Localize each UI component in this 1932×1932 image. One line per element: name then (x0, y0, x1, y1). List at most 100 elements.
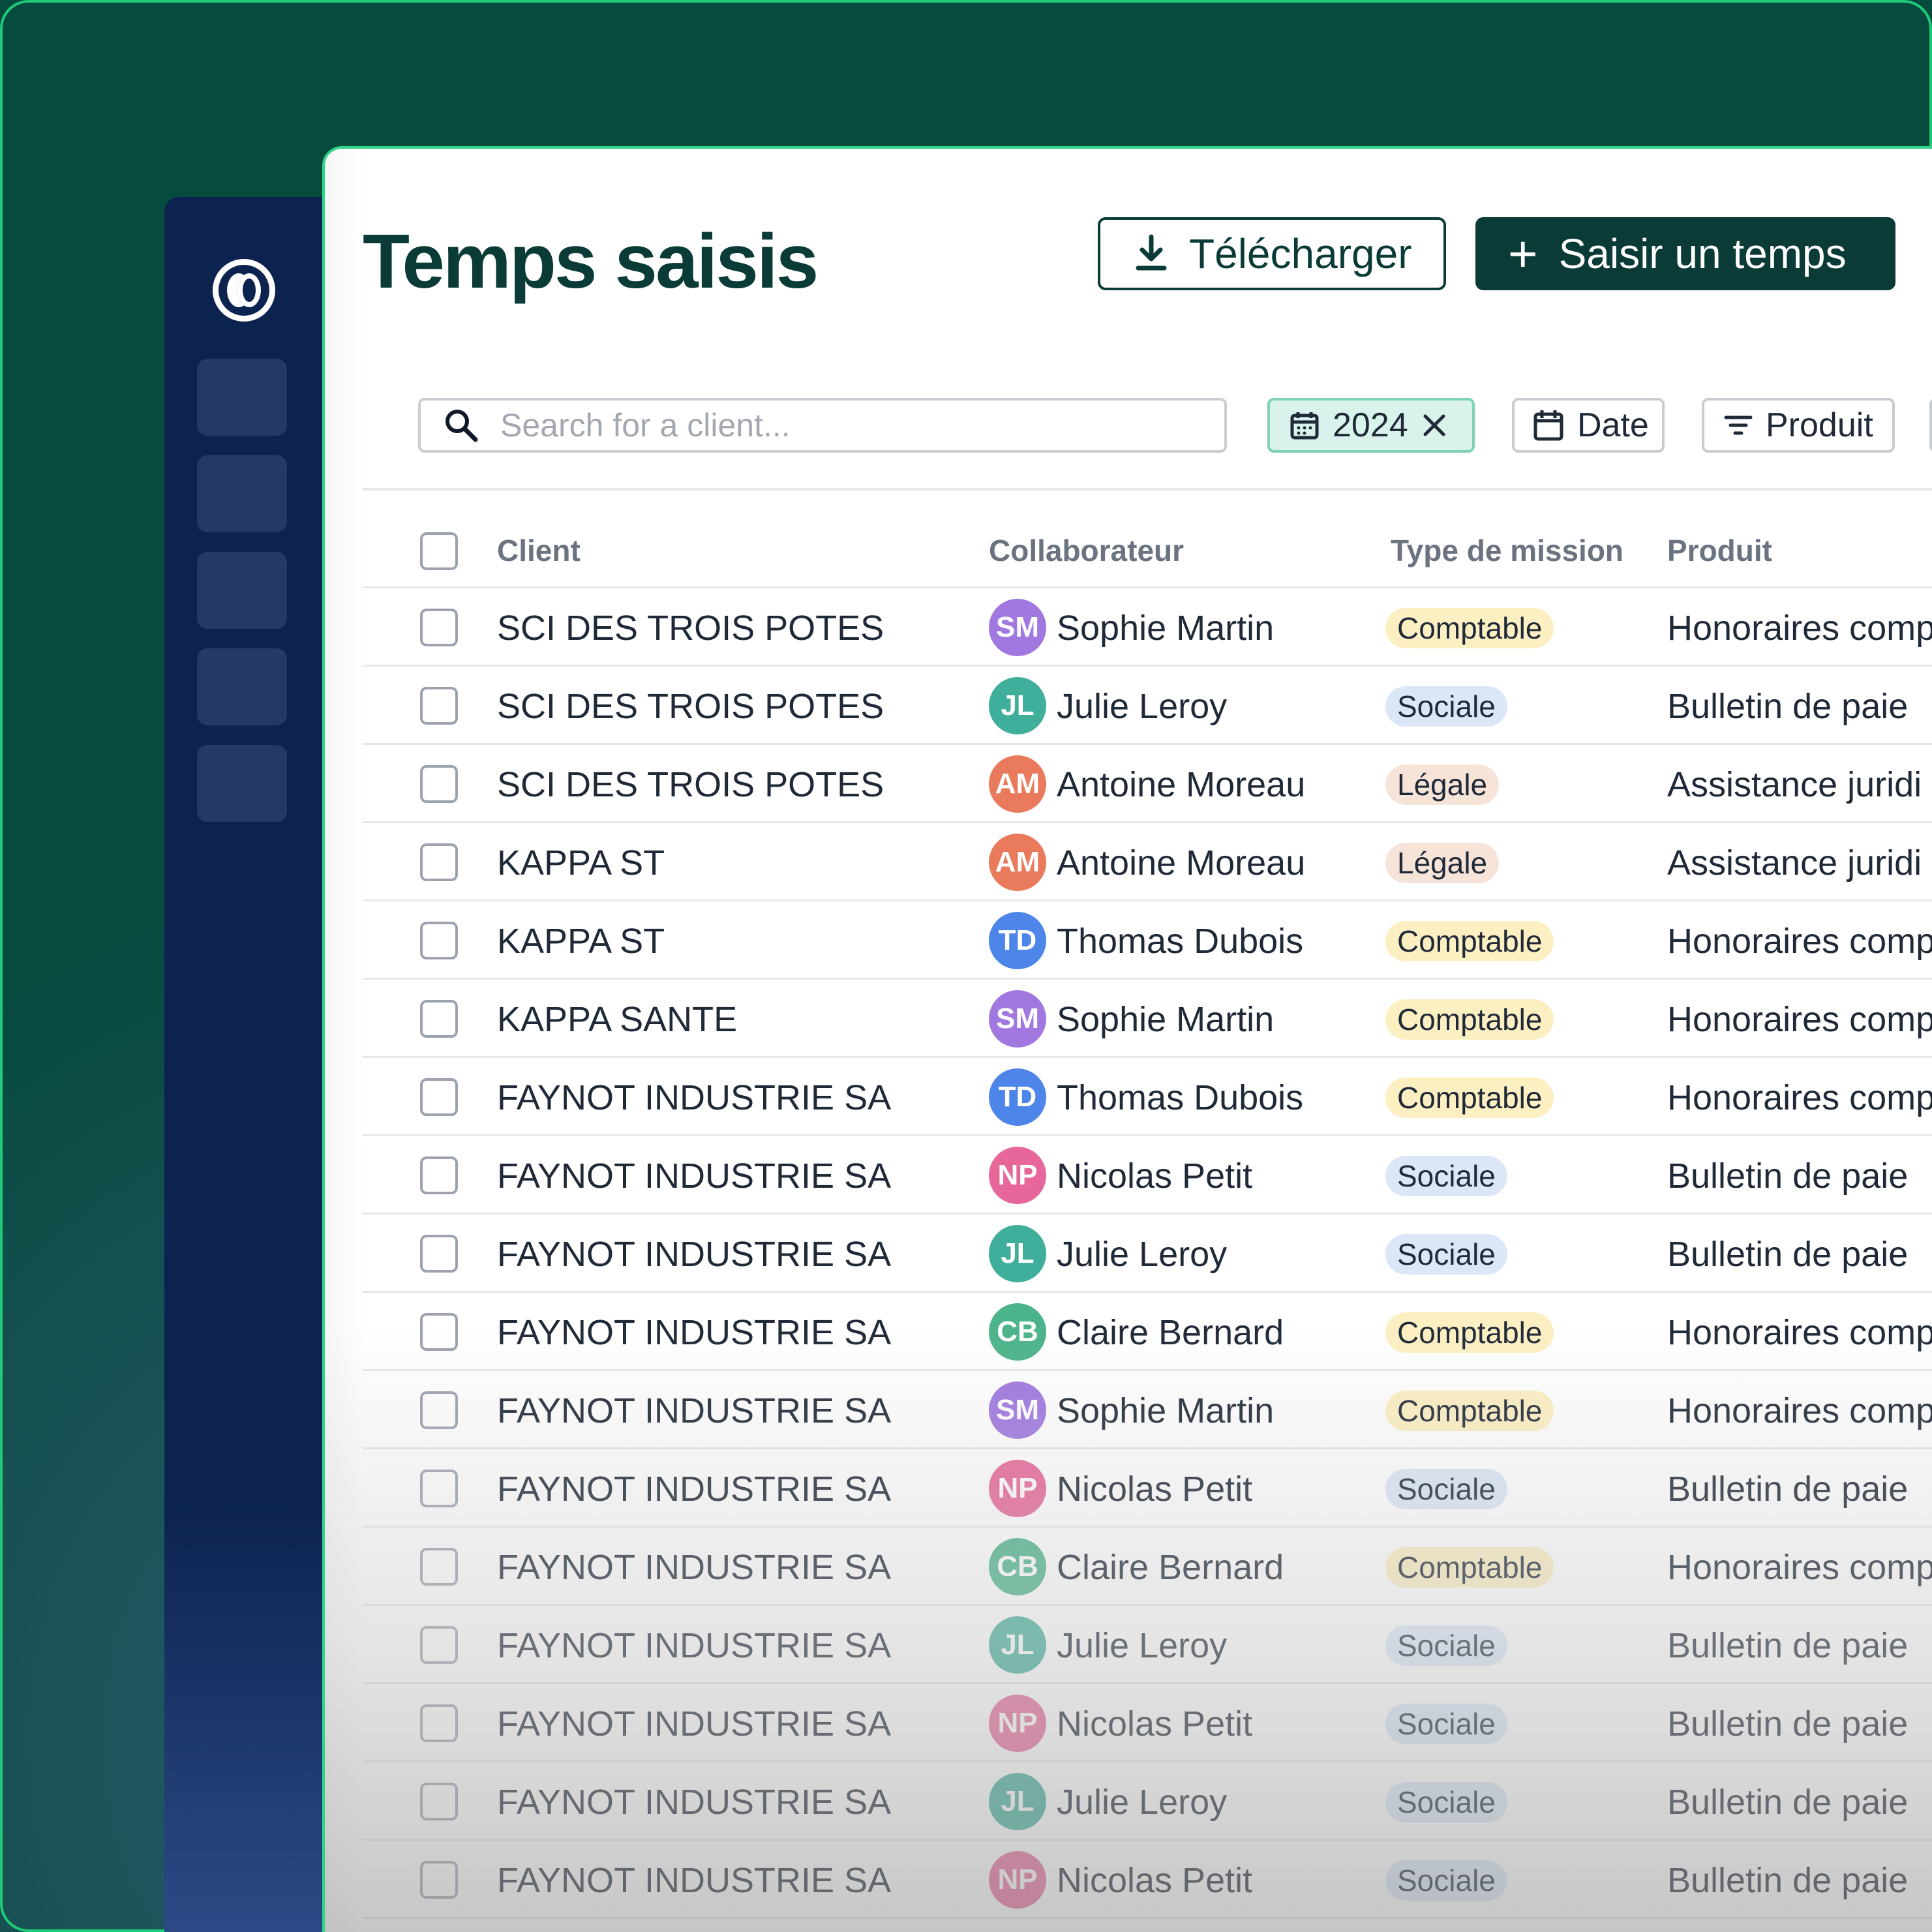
mission-type-badge: Sociale (1385, 1234, 1507, 1275)
sidebar-item-5[interactable] (197, 745, 287, 822)
mission-type-badge: Comptable (1385, 921, 1554, 961)
calendar-icon (1290, 412, 1319, 440)
produit-filter-chip[interactable]: Produit (1702, 398, 1895, 453)
produit-cell: Honoraires comp (1667, 922, 1932, 961)
plus-icon: + (1508, 225, 1538, 282)
table-row[interactable]: FAYNOT INDUSTRIE SA TD Thomas Dubois Com… (363, 1058, 1932, 1136)
more-filter-chip[interactable] (1929, 398, 1932, 453)
date-filter-chip[interactable]: Date (1512, 398, 1665, 453)
search-input[interactable]: Search for a client... (418, 398, 1227, 453)
table-row[interactable]: FAYNOT INDUSTRIE SA JL Julie Leroy Socia… (363, 1606, 1932, 1684)
table-row[interactable]: FAYNOT INDUSTRIE SA SM Sophie Martin Com… (363, 1371, 1932, 1449)
collaborateur-cell: Julie Leroy (1057, 1626, 1228, 1665)
collaborateur-cell: Nicolas Petit (1057, 1156, 1253, 1196)
avatar: AM (989, 755, 1046, 813)
row-checkbox[interactable] (420, 1078, 458, 1116)
column-header-client[interactable]: Client (497, 533, 581, 568)
avatar: SM (989, 990, 1046, 1048)
produit-cell: Bulletin de paie (1667, 687, 1909, 726)
column-header-produit[interactable]: Produit (1667, 533, 1772, 568)
sidebar-item-1[interactable] (197, 359, 287, 436)
table-header: Client Collaborateur Type de mission Pro… (363, 514, 1932, 588)
collaborateur-cell: Thomas Dubois (1057, 1078, 1304, 1117)
table-row[interactable]: FAYNOT INDUSTRIE SA NP Nicolas Petit Soc… (363, 1449, 1932, 1528)
sidebar (164, 197, 340, 1932)
row-checkbox[interactable] (420, 1783, 458, 1820)
client-cell: FAYNOT INDUSTRIE SA (497, 1783, 892, 1822)
row-checkbox[interactable] (420, 1000, 458, 1038)
client-cell: KAPPA ST (497, 922, 665, 961)
table-row[interactable]: FAYNOT INDUSTRIE SA CB Claire Bernard Co… (363, 1528, 1932, 1606)
table-row[interactable]: KAPPA SANTE SM Sophie Martin Comptable H… (363, 980, 1932, 1058)
collaborateur-cell: Nicolas Petit (1057, 1470, 1253, 1509)
client-cell: FAYNOT INDUSTRIE SA (497, 1313, 892, 1352)
mission-type-badge: Légale (1385, 764, 1500, 805)
sidebar-item-3[interactable] (197, 552, 287, 629)
table-row[interactable]: FAYNOT INDUSTRIE SA JL Julie Leroy Socia… (363, 1762, 1932, 1841)
calendar-icon (1533, 410, 1563, 441)
table-row[interactable]: SCI DES TROIS POTES AM Antoine Moreau Lé… (363, 745, 1932, 823)
select-all-checkbox[interactable] (420, 532, 458, 570)
row-checkbox[interactable] (420, 1235, 458, 1273)
collaborateur-cell: Antoine Moreau (1057, 843, 1306, 883)
time-entries-table: Client Collaborateur Type de mission Pro… (363, 514, 1932, 1919)
row-checkbox[interactable] (420, 1626, 458, 1664)
add-time-label: Saisir un temps (1558, 230, 1847, 277)
produit-cell: Bulletin de paie (1667, 1861, 1909, 1900)
row-checkbox[interactable] (420, 1391, 458, 1429)
table-row[interactable]: FAYNOT INDUSTRIE SA NP Nicolas Petit Soc… (363, 1684, 1932, 1762)
row-checkbox[interactable] (420, 687, 458, 725)
client-cell: KAPPA ST (497, 843, 665, 883)
column-header-type[interactable]: Type de mission (1391, 533, 1623, 568)
date-filter-label: Date (1577, 406, 1649, 444)
mission-type-badge: Sociale (1385, 686, 1507, 727)
column-header-collaborateur[interactable]: Collaborateur (989, 533, 1184, 568)
download-button[interactable]: Télécharger (1098, 217, 1446, 290)
table-row[interactable]: SCI DES TROIS POTES SM Sophie Martin Com… (363, 588, 1932, 667)
row-checkbox[interactable] (420, 1548, 458, 1586)
mission-type-badge: Comptable (1385, 999, 1554, 1040)
row-checkbox[interactable] (420, 609, 458, 646)
mission-type-badge: Comptable (1385, 1078, 1554, 1118)
row-checkbox[interactable] (420, 1470, 458, 1507)
table-row[interactable]: FAYNOT INDUSTRIE SA CB Claire Bernard Co… (363, 1293, 1932, 1371)
avatar: AM (989, 834, 1046, 891)
table-row[interactable]: KAPPA ST TD Thomas Dubois Comptable Hono… (363, 901, 1932, 980)
avatar: SM (989, 1381, 1046, 1439)
table-row[interactable]: FAYNOT INDUSTRIE SA NP Nicolas Petit Soc… (363, 1841, 1932, 1919)
year-filter-chip[interactable]: 2024 (1267, 398, 1475, 453)
table-row[interactable]: FAYNOT INDUSTRIE SA JL Julie Leroy Socia… (363, 1215, 1932, 1293)
row-checkbox[interactable] (420, 1156, 458, 1194)
row-checkbox[interactable] (420, 1704, 458, 1742)
row-checkbox[interactable] (420, 843, 458, 881)
table-row[interactable]: SCI DES TROIS POTES JL Julie Leroy Socia… (363, 667, 1932, 745)
table-row[interactable]: KAPPA ST AM Antoine Moreau Légale Assist… (363, 823, 1932, 901)
download-label: Télécharger (1189, 230, 1412, 277)
client-cell: FAYNOT INDUSTRIE SA (497, 1626, 892, 1665)
collaborateur-cell: Julie Leroy (1057, 687, 1228, 726)
sidebar-item-4[interactable] (197, 648, 287, 725)
row-checkbox[interactable] (420, 765, 458, 803)
collaborateur-cell: Sophie Martin (1057, 609, 1275, 648)
client-cell: SCI DES TROIS POTES (497, 687, 884, 726)
mission-type-badge: Légale (1385, 843, 1500, 883)
row-checkbox[interactable] (420, 922, 458, 959)
row-checkbox[interactable] (420, 1313, 458, 1351)
sidebar-item-2[interactable] (197, 455, 287, 532)
table-row[interactable]: FAYNOT INDUSTRIE SA NP Nicolas Petit Soc… (363, 1136, 1932, 1215)
mission-type-badge: Comptable (1385, 1391, 1554, 1431)
collaborateur-cell: Claire Bernard (1057, 1548, 1284, 1587)
collaborateur-cell: Nicolas Petit (1057, 1704, 1253, 1743)
client-cell: SCI DES TROIS POTES (497, 609, 884, 648)
download-icon (1136, 234, 1167, 271)
row-checkbox[interactable] (420, 1861, 458, 1899)
logo-icon[interactable] (213, 259, 275, 322)
main-panel: Temps saisis Télécharger + Saisir un tem… (322, 146, 1932, 1932)
produit-cell: Assistance juridi (1667, 843, 1922, 883)
mission-type-badge: Sociale (1385, 1625, 1507, 1666)
client-cell: SCI DES TROIS POTES (497, 765, 884, 804)
add-time-button[interactable]: + Saisir un temps (1475, 217, 1895, 290)
client-cell: FAYNOT INDUSTRIE SA (497, 1391, 892, 1430)
page: { "header": { "title": "Temps saisis", "… (0, 0, 1932, 1932)
close-icon[interactable] (1421, 412, 1447, 438)
